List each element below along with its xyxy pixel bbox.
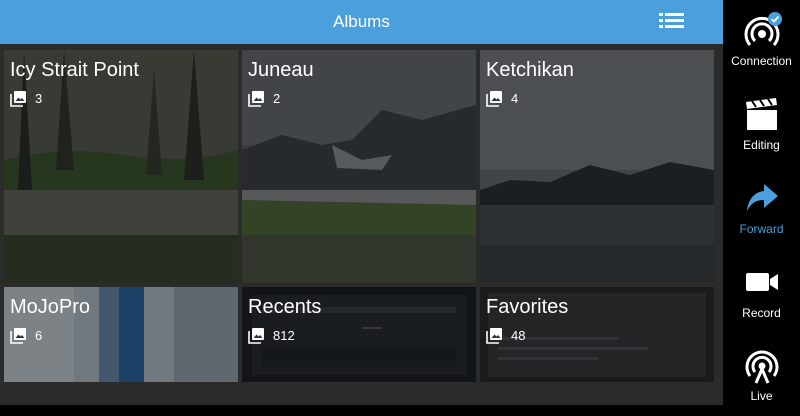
page-title: Albums [333, 12, 390, 31]
album-name: Favorites [486, 296, 569, 318]
sidebar-item-record[interactable]: Record [723, 252, 800, 332]
photo-stack-icon [486, 90, 502, 107]
sidebar-item-label: Connection [731, 54, 792, 68]
album-count: 48 [511, 327, 526, 343]
tile-overlay [480, 50, 714, 283]
album-name: Icy Strait Point [10, 59, 139, 81]
album-tile-recents[interactable]: Recents 812 [242, 287, 476, 382]
sidebar-item-label: Editing [743, 138, 780, 152]
sidebar: Connection Editing Forward Record Live [723, 0, 800, 405]
header-bar: Albums [0, 0, 723, 44]
forward-arrow-icon [747, 184, 778, 211]
album-grid: Icy Strait Point 3 Juneau 2 Ketchikan 4 … [0, 44, 723, 405]
sidebar-item-live[interactable]: Live [723, 336, 800, 416]
album-count: 4 [511, 90, 519, 106]
album-name: Recents [248, 296, 322, 318]
clapperboard-icon [746, 98, 777, 130]
sidebar-item-forward[interactable]: Forward [723, 168, 800, 248]
photo-stack-icon [10, 90, 26, 107]
album-count-row: 812 [248, 326, 295, 344]
sidebar-item-label: Live [750, 389, 773, 403]
list-view-button[interactable] [650, 7, 694, 37]
photo-stack-icon [486, 327, 502, 344]
album-count: 812 [273, 327, 295, 343]
album-tile-juneau[interactable]: Juneau 2 [242, 50, 476, 283]
list-icon [659, 13, 684, 28]
album-tile-icy-strait-point[interactable]: Icy Strait Point 3 [4, 50, 238, 283]
video-camera-icon [746, 273, 778, 291]
album-name: Ketchikan [486, 59, 574, 81]
album-count-row: 3 [10, 89, 42, 107]
album-tile-favorites[interactable]: Favorites 48 [480, 287, 714, 382]
photo-stack-icon [248, 90, 264, 107]
album-count: 6 [35, 327, 43, 343]
album-name: MoJoPro [10, 296, 91, 318]
album-count-row: 4 [486, 89, 518, 107]
tile-overlay [4, 50, 238, 283]
photo-stack-icon [248, 327, 264, 344]
sidebar-item-label: Record [742, 306, 781, 320]
album-count-row: 2 [248, 89, 280, 107]
sidebar-item-editing[interactable]: Editing [723, 84, 800, 164]
album-tile-mojopro[interactable]: MoJoPro 6 [4, 287, 238, 382]
album-count-row: 48 [486, 326, 525, 344]
album-tile-ketchikan[interactable]: Ketchikan 4 [480, 50, 714, 283]
album-count-row: 6 [10, 326, 42, 344]
sidebar-item-connection[interactable]: Connection [723, 0, 800, 80]
album-count: 2 [273, 90, 281, 106]
album-name: Juneau [248, 59, 314, 81]
tile-overlay [242, 50, 476, 283]
photo-stack-icon [10, 327, 26, 344]
antenna-icon [745, 350, 779, 384]
album-count: 3 [35, 90, 43, 106]
broadcast-connected-icon [744, 12, 782, 46]
sidebar-item-label: Forward [739, 222, 784, 236]
